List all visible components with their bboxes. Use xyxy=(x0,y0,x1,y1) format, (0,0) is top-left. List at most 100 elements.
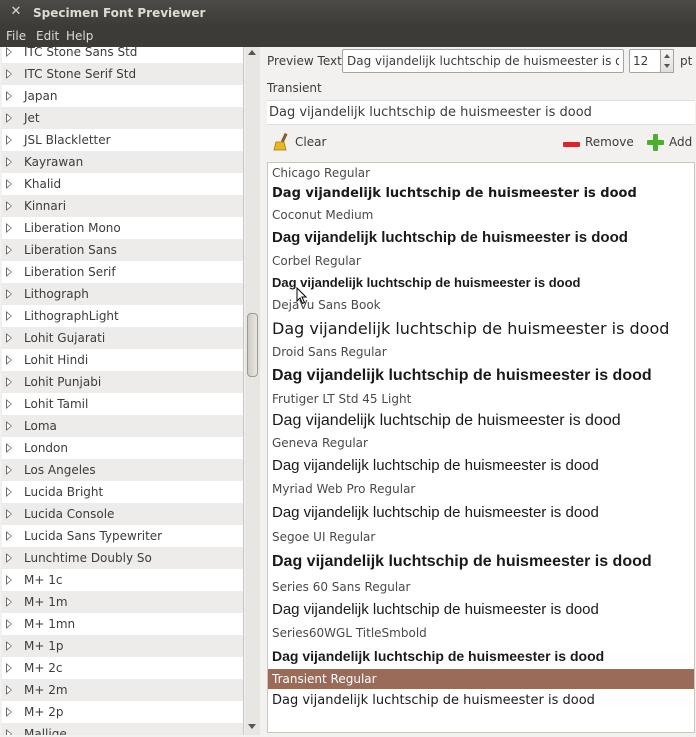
expander-arrow-icon[interactable] xyxy=(6,333,12,343)
expander-arrow-icon[interactable] xyxy=(6,685,12,695)
preview-font-name[interactable]: Geneva Regular xyxy=(268,433,694,453)
tree-row[interactable]: M+ 1c xyxy=(2,569,243,591)
tree-row[interactable]: Mallige xyxy=(2,723,243,735)
expander-arrow-icon[interactable] xyxy=(6,619,12,629)
expander-arrow-icon[interactable] xyxy=(6,289,12,299)
preview-sample-text[interactable]: Dag vijandelijk luchtschip de huismeeste… xyxy=(268,225,694,251)
tree-row[interactable]: Japan xyxy=(2,85,243,107)
preview-sample-text[interactable]: Dag vijandelijk luchtschip de huismeeste… xyxy=(268,409,694,433)
preview-font-name[interactable]: DejaVu Sans Book xyxy=(268,295,694,315)
expander-arrow-icon[interactable] xyxy=(6,443,12,453)
expander-arrow-icon[interactable] xyxy=(6,201,12,211)
preview-sample-text[interactable]: Dag vijandelijk luchtschip de huismeeste… xyxy=(268,689,694,713)
tree-row[interactable]: LithographLight xyxy=(2,305,243,327)
preview-font-name[interactable]: Transient Regular xyxy=(268,669,694,689)
font-size-input[interactable] xyxy=(629,49,661,73)
tree-row[interactable]: Kayrawan xyxy=(2,151,243,173)
expander-arrow-icon[interactable] xyxy=(6,223,12,233)
preview-font-name[interactable]: Coconut Medium xyxy=(268,205,694,225)
tree-row[interactable]: M+ 1m xyxy=(2,591,243,613)
expander-arrow-icon[interactable] xyxy=(6,179,12,189)
chevron-down-icon[interactable] xyxy=(664,64,670,68)
font-list-scrollbar[interactable] xyxy=(245,47,260,735)
remove-button[interactable]: Remove xyxy=(563,131,634,153)
preview-font-name[interactable]: Series 60 Sans Regular xyxy=(268,577,694,597)
expander-arrow-icon[interactable] xyxy=(6,355,12,365)
tree-row[interactable]: Lohit Tamil xyxy=(2,393,243,415)
expander-arrow-icon[interactable] xyxy=(6,531,12,541)
expander-arrow-icon[interactable] xyxy=(6,729,12,735)
chevron-up-icon[interactable] xyxy=(664,54,670,58)
preview-sample-text[interactable]: Dag vijandelijk luchtschip de huismeeste… xyxy=(268,362,694,389)
tree-row[interactable]: JSL Blackletter xyxy=(2,129,243,151)
expander-arrow-icon[interactable] xyxy=(6,113,12,123)
expander-arrow-icon[interactable] xyxy=(6,399,12,409)
expander-arrow-icon[interactable] xyxy=(6,69,12,79)
preview-font-name[interactable]: Series60WGL TitleSmbold xyxy=(268,623,694,643)
preview-font-name[interactable]: Myriad Web Pro Regular xyxy=(268,479,694,499)
expander-arrow-icon[interactable] xyxy=(6,245,12,255)
tree-row[interactable]: M+ 1mn xyxy=(2,613,243,635)
tree-row[interactable]: Lunchtime Doubly So xyxy=(2,547,243,569)
expander-arrow-icon[interactable] xyxy=(6,553,12,563)
menu-file[interactable]: File xyxy=(6,29,26,43)
preview-font-name[interactable]: Corbel Regular xyxy=(268,251,694,271)
scroll-up-icon[interactable] xyxy=(248,50,256,55)
expander-arrow-icon[interactable] xyxy=(6,157,12,167)
preview-font-name[interactable]: Frutiger LT Std 45 Light xyxy=(268,389,694,409)
expander-arrow-icon[interactable] xyxy=(6,47,12,57)
menu-edit[interactable]: Edit xyxy=(36,29,59,43)
tree-row[interactable]: Lucida Bright xyxy=(2,481,243,503)
expander-arrow-icon[interactable] xyxy=(6,597,12,607)
tree-row[interactable]: Liberation Serif xyxy=(2,261,243,283)
font-size-stepper[interactable] xyxy=(660,49,674,73)
preview-sample-text[interactable]: Dag vijandelijk luchtschip de huismeeste… xyxy=(268,453,694,479)
preview-font-name[interactable]: Segoe UI Regular xyxy=(268,527,694,547)
tree-row[interactable]: Lohit Gujarati xyxy=(2,327,243,349)
preview-sample-text[interactable]: Dag vijandelijk luchtschip de huismeeste… xyxy=(268,547,694,577)
preview-font-name[interactable]: Chicago Regular xyxy=(268,163,694,183)
tree-row[interactable]: Liberation Mono xyxy=(2,217,243,239)
tree-row[interactable]: Lucida Sans Typewriter xyxy=(2,525,243,547)
tree-row[interactable]: Los Angeles xyxy=(2,459,243,481)
tree-row[interactable]: London xyxy=(2,437,243,459)
tree-row[interactable]: M+ 2m xyxy=(2,679,243,701)
tree-row[interactable]: Lohit Hindi xyxy=(2,349,243,371)
tree-row[interactable]: Lithograph xyxy=(2,283,243,305)
tree-row[interactable]: M+ 1p xyxy=(2,635,243,657)
add-button[interactable]: Add xyxy=(647,131,695,153)
expander-arrow-icon[interactable] xyxy=(6,91,12,101)
expander-arrow-icon[interactable] xyxy=(6,707,12,717)
tree-row[interactable]: ITC Stone Sans Std xyxy=(2,47,243,63)
expander-arrow-icon[interactable] xyxy=(6,421,12,431)
font-preview-list[interactable]: Chicago Regular Dag vijandelijk luchtschi… xyxy=(267,162,695,733)
expander-arrow-icon[interactable] xyxy=(6,487,12,497)
preview-sample-text[interactable]: Dag vijandelijk luchtschip de huismeeste… xyxy=(268,597,694,623)
tree-row[interactable]: ITC Stone Serif Std xyxy=(2,63,243,85)
expander-arrow-icon[interactable] xyxy=(6,465,12,475)
preview-text-input[interactable] xyxy=(342,49,624,73)
tree-row[interactable]: M+ 2c xyxy=(2,657,243,679)
tree-row[interactable]: Liberation Sans xyxy=(2,239,243,261)
expander-arrow-icon[interactable] xyxy=(6,509,12,519)
expander-arrow-icon[interactable] xyxy=(6,311,12,321)
preview-sample-text[interactable]: Dag vijandelijk luchtschip de huismeeste… xyxy=(268,183,694,205)
expander-arrow-icon[interactable] xyxy=(6,135,12,145)
tree-row[interactable]: Lohit Punjabi xyxy=(2,371,243,393)
tree-row[interactable]: Jet xyxy=(2,107,243,129)
clear-button[interactable]: Clear xyxy=(273,131,333,153)
expander-arrow-icon[interactable] xyxy=(6,267,12,277)
expander-arrow-icon[interactable] xyxy=(6,575,12,585)
expander-arrow-icon[interactable] xyxy=(6,663,12,673)
menu-help[interactable]: Help xyxy=(66,29,93,43)
scroll-down-icon[interactable] xyxy=(248,724,256,729)
font-family-tree[interactable]: ITC Stone Sans Std ITC Stone Serif Std Jap… xyxy=(2,47,244,735)
preview-sample-text[interactable]: Dag vijandelijk luchtschip de huismeeste… xyxy=(268,271,694,295)
close-icon[interactable]: ✕ xyxy=(8,4,24,20)
expander-arrow-icon[interactable] xyxy=(6,641,12,651)
preview-sample-text[interactable]: Dag vijandelijk luchtschip de huismeeste… xyxy=(268,315,694,342)
tree-row[interactable]: Kinnari xyxy=(2,195,243,217)
preview-font-name[interactable]: Droid Sans Regular xyxy=(268,342,694,362)
tree-row[interactable]: Loma xyxy=(2,415,243,437)
scrollbar-thumb[interactable] xyxy=(247,313,258,377)
